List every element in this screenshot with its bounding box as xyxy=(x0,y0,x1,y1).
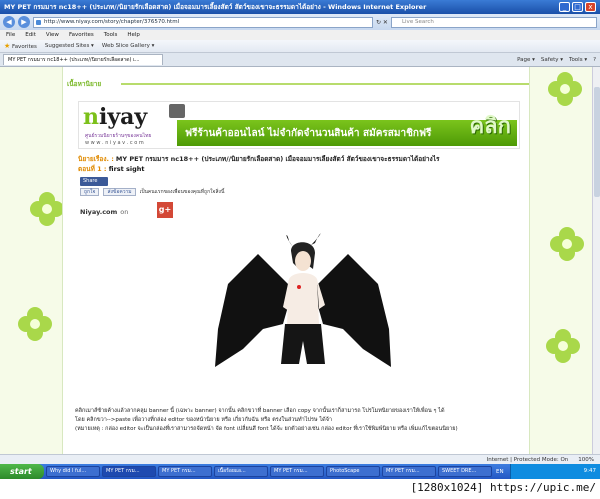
banner-click-text: คลิก xyxy=(469,114,511,139)
instruction-line-3: (หมายเหตุ : กล่อง editor จะเป็นกล่องที่เ… xyxy=(75,426,458,432)
back-button[interactable]: ◀ xyxy=(3,16,15,28)
taskbar-item[interactable]: Why did I ful... xyxy=(46,466,100,477)
refresh-stop-button[interactable]: ↻ ✕ xyxy=(376,19,388,26)
maximize-button[interactable]: □ xyxy=(572,2,583,12)
safety-menu[interactable]: Safety ▾ xyxy=(541,57,563,63)
chapter-title: first sight xyxy=(108,165,145,173)
web-slice-gallery-link[interactable]: Web Slice Gallery ▾ xyxy=(102,43,155,49)
zoom-level[interactable]: 100% xyxy=(578,457,594,463)
tab-active[interactable]: MY PET กรมมาร nc18++ (ประเภท//นิยายรักเล… xyxy=(3,54,163,65)
taskbar-item[interactable]: เนื้อร้อยแอ... xyxy=(214,466,268,477)
search-input[interactable]: Live Search xyxy=(390,16,597,28)
taskbar-item[interactable]: MY PET กรม... xyxy=(270,466,324,477)
banner-promo-strip: ฟรีร้านค้าออนไลน์ ไม่จำกัดจำนวนสินค้า สม… xyxy=(177,114,517,146)
clock: 9:47 xyxy=(583,468,596,474)
menu-bar: File Edit View Favorites Tools Help xyxy=(0,30,600,40)
section-divider xyxy=(121,83,529,85)
send-button[interactable]: ส่งข้อความ xyxy=(103,188,136,196)
upload-footer: [1280x1024] https://upic.me/ xyxy=(0,479,600,499)
favorites-label: Favorites xyxy=(12,44,37,50)
banner-site: w w w . n i y a v . c o m xyxy=(85,140,144,146)
status-bar: Internet | Protected Mode: On 100% xyxy=(0,454,600,464)
content-column: เนื้อหานิยาย niyay ศูนย์รวมนิยายร้านๆของ… xyxy=(62,67,530,454)
tools-menu[interactable]: Tools ▾ xyxy=(569,57,587,63)
url-input[interactable]: http://www.niyay.com/story/chapter/37657… xyxy=(33,16,373,28)
niyay-logo: niyay xyxy=(83,104,148,130)
on-label: on xyxy=(120,208,129,216)
facebook-like-text: เป็นคนแรกของเพื่อนของคุณที่ถูกใจสิ่งนี้ xyxy=(139,189,225,195)
vertical-scrollbar[interactable] xyxy=(592,67,600,454)
close-button[interactable]: x xyxy=(585,2,596,12)
taskbar-item[interactable]: MY PET กรม... xyxy=(382,466,436,477)
taskbar-item[interactable]: SWEET DRE... xyxy=(438,466,492,477)
start-button[interactable]: start xyxy=(0,464,44,479)
instruction-line-2: โดย คลิกขวา-->paste เพื่อวางที่กล่อง edi… xyxy=(75,417,333,423)
tab-bar: MY PET กรมมาร nc18++ (ประเภท//นิยายรักเล… xyxy=(0,53,600,67)
google-plus-button[interactable]: g+ xyxy=(157,202,173,218)
chapter-line: ตอนที่ 1 : first sight xyxy=(78,164,145,174)
star-icon: ★ xyxy=(4,42,11,50)
niyay-gplus-line: Niyay.com on xyxy=(80,208,128,216)
page-viewport: เนื้อหานิยาย niyay ศูนย์รวมนิยายร้านๆของ… xyxy=(0,67,592,454)
background-left xyxy=(0,67,64,454)
chapter-label: ตอนที่ 1 : xyxy=(78,165,107,173)
like-button[interactable]: ถูกใจ xyxy=(80,188,100,196)
language-indicator[interactable]: EN xyxy=(496,469,504,475)
menu-help[interactable]: Help xyxy=(127,32,140,38)
cart-icon xyxy=(169,104,185,118)
scrollbar-thumb[interactable] xyxy=(594,87,600,197)
window-controls: _ □ x xyxy=(559,2,596,12)
novel-title-link[interactable]: MY PET กรมมาร nc18++ (ประเภท//นิยายรักเล… xyxy=(116,155,440,163)
window-title: MY PET กรมมาร nc18++ (ประเภท//นิยายรักเล… xyxy=(4,3,427,11)
address-bar: ◀ ▶ http://www.niyay.com/story/chapter/3… xyxy=(0,14,600,30)
taskbar-item[interactable]: MY PET กรม... xyxy=(158,466,212,477)
novel-title-line: นิยายเรื่อง. : MY PET กรมมาร nc18++ (ประ… xyxy=(78,155,528,163)
flower-decoration xyxy=(546,329,580,363)
banner-promo-text: ฟรีร้านค้าออนไลน์ ไม่จำกัดจำนวนสินค้า สม… xyxy=(185,128,432,139)
favorites-button[interactable]: ★ Favorites xyxy=(4,42,37,50)
flower-decoration xyxy=(18,307,52,341)
niyay-com-label: Niyay.com xyxy=(80,208,118,216)
flower-decoration xyxy=(30,192,64,226)
minimize-button[interactable]: _ xyxy=(559,2,570,12)
menu-edit[interactable]: Edit xyxy=(25,32,36,38)
flower-decoration xyxy=(550,227,584,261)
novel-label: นิยายเรื่อง. : xyxy=(78,155,114,163)
window-titlebar: MY PET กรมมาร nc18++ (ประเภท//นิยายรักเล… xyxy=(0,0,600,14)
menu-tools[interactable]: Tools xyxy=(104,32,118,38)
system-tray: 9:47 xyxy=(510,464,600,479)
favorites-bar: ★ Favorites Suggested Sites ▾ Web Slice … xyxy=(0,40,600,53)
forward-button[interactable]: ▶ xyxy=(18,16,30,28)
command-bar: Page ▾ Safety ▾ Tools ▾ ? xyxy=(517,57,600,63)
facebook-like-row: ถูกใจ ส่งข้อความ เป็นคนแรกของเพื่อนของคุ… xyxy=(80,188,224,196)
facebook-share-button[interactable]: Share xyxy=(80,177,108,186)
taskbar-item[interactable]: PhotoScape xyxy=(326,466,380,477)
menu-favorites[interactable]: Favorites xyxy=(69,32,94,38)
taskbar: start Why did I ful... MY PET กรม... MY … xyxy=(0,464,600,479)
copy-instructions: คลิกเมาส์ซ้ายค้างแล้วลากคลุม banner นี้ … xyxy=(75,407,525,434)
upload-watermark: [1280x1024] https://upic.me/ xyxy=(410,481,596,494)
menu-view[interactable]: View xyxy=(46,32,59,38)
zone-status: Internet | Protected Mode: On xyxy=(486,456,569,463)
page-menu[interactable]: Page ▾ xyxy=(517,57,535,63)
flower-decoration xyxy=(548,72,582,106)
menu-file[interactable]: File xyxy=(6,32,15,38)
help-icon[interactable]: ? xyxy=(593,57,596,63)
promo-banner[interactable]: niyay ศูนย์รวมนิยายร้านๆของคนไทย w w w .… xyxy=(78,101,520,149)
taskbar-item[interactable]: MY PET กรม... xyxy=(102,466,156,477)
instruction-line-1: คลิกเมาส์ซ้ายค้างแล้วลากคลุม banner นี้ … xyxy=(75,408,445,414)
section-heading: เนื้อหานิยาย xyxy=(67,80,102,88)
share-label: Share xyxy=(83,178,98,184)
background-right xyxy=(530,67,592,454)
demon-illustration xyxy=(215,233,391,367)
banner-tagline: ศูนย์รวมนิยายร้านๆของคนไทย xyxy=(85,133,152,139)
suggested-sites-link[interactable]: Suggested Sites ▾ xyxy=(45,43,94,49)
